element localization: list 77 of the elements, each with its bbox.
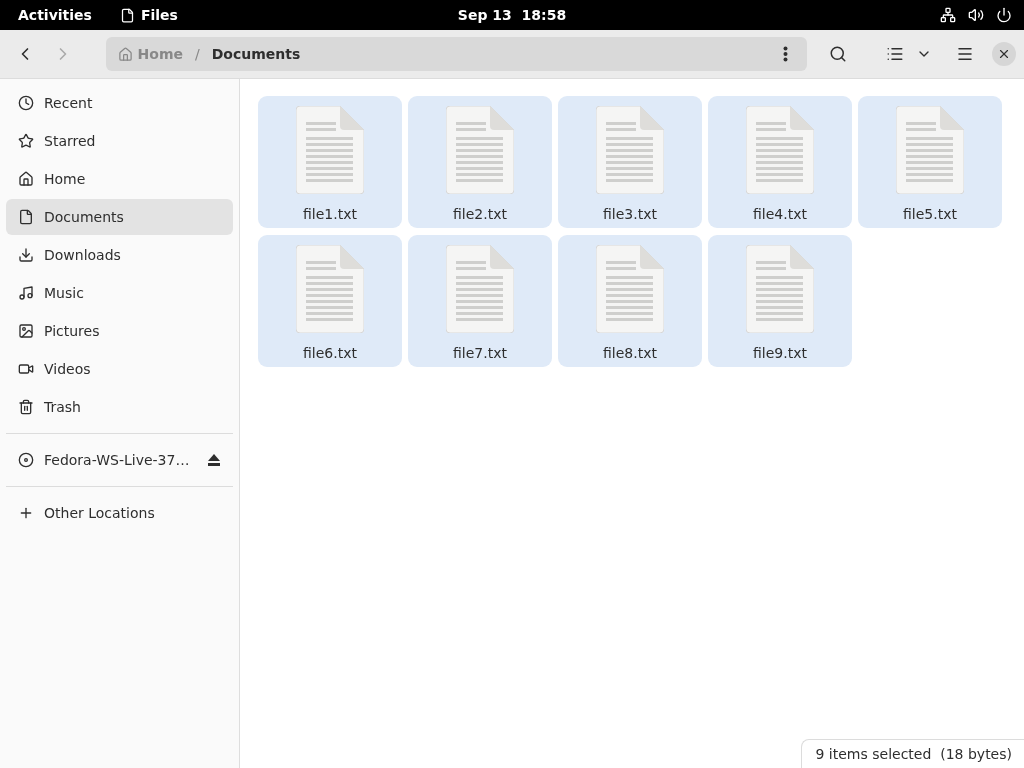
file-name: file3.txt: [603, 206, 657, 222]
sidebar-label: Other Locations: [44, 505, 155, 521]
file-name: file9.txt: [753, 345, 807, 361]
power-icon[interactable]: [996, 7, 1012, 23]
sidebar-label: Pictures: [44, 323, 100, 339]
file-tile[interactable]: file7.txt: [408, 235, 552, 367]
sidebar-item[interactable]: Videos: [6, 351, 233, 387]
file-name: file7.txt: [453, 345, 507, 361]
sidebar-label: Fedora-WS-Live-37…: [44, 452, 190, 468]
list-icon: [885, 45, 904, 63]
vertical-dots-icon: [783, 46, 789, 62]
text-file-icon: [446, 245, 514, 333]
path-crumb[interactable]: Documents: [211, 46, 301, 62]
sidebar-icon: [18, 247, 34, 263]
sidebar-icon: [18, 133, 34, 149]
file-tile[interactable]: file2.txt: [408, 96, 552, 228]
sidebar-item[interactable]: Documents: [6, 199, 233, 235]
sidebar-item[interactable]: Recent: [6, 85, 233, 121]
file-name: file5.txt: [903, 206, 957, 222]
file-tile[interactable]: file1.txt: [258, 96, 402, 228]
file-tile[interactable]: file5.txt: [858, 96, 1002, 228]
status-overlay: 9 items selected (18 bytes): [800, 739, 1024, 768]
sidebar-item[interactable]: Music: [6, 275, 233, 311]
file-name: file8.txt: [603, 345, 657, 361]
sidebar-label: Starred: [44, 133, 96, 149]
eject-icon[interactable]: [207, 453, 221, 467]
sidebar-label: Home: [44, 171, 86, 187]
sidebar-item[interactable]: Downloads: [6, 237, 233, 273]
sidebar-label: Documents: [44, 209, 124, 225]
file-tile[interactable]: file9.txt: [708, 235, 852, 367]
sidebar-label: Music: [44, 285, 84, 301]
sidebar-label: Trash: [44, 399, 81, 415]
text-file-icon: [596, 245, 664, 333]
app-menu[interactable]: Files: [119, 7, 178, 23]
search-icon: [828, 45, 847, 63]
text-file-icon: [746, 245, 814, 333]
sidebar-icon: [18, 209, 34, 225]
sidebar-icon: [18, 361, 34, 377]
clock[interactable]: Sep 13 18:58: [457, 7, 567, 23]
file-name: file2.txt: [453, 206, 507, 222]
sidebar-item[interactable]: Home: [6, 161, 233, 197]
sidebar-item[interactable]: Trash: [6, 389, 233, 425]
sidebar-icon: [18, 171, 34, 187]
sidebar-icon: [18, 399, 34, 415]
file-tile[interactable]: file4.txt: [708, 96, 852, 228]
menu-icon: [956, 45, 975, 63]
text-file-icon: [596, 106, 664, 194]
text-file-icon: [296, 106, 364, 194]
file-name: file6.txt: [303, 345, 357, 361]
text-file-icon: [446, 106, 514, 194]
text-file-icon: [896, 106, 964, 194]
volume-icon[interactable]: [968, 7, 984, 23]
network-icon[interactable]: [940, 7, 956, 23]
sidebar-icon: [18, 95, 34, 111]
app-icon: [119, 7, 135, 23]
sidebar-label: Recent: [44, 95, 93, 111]
sidebar-item[interactable]: Pictures: [6, 313, 233, 349]
sidebar-icon: [18, 505, 34, 521]
text-file-icon: [296, 245, 364, 333]
sidebar-label: Videos: [44, 361, 91, 377]
close-button[interactable]: [992, 42, 1017, 66]
sidebar-icon: [18, 285, 34, 301]
path-separator: /: [195, 46, 200, 62]
file-tile[interactable]: file3.txt: [558, 96, 702, 228]
file-tile[interactable]: file6.txt: [258, 235, 402, 367]
sidebar-item[interactable]: Starred: [6, 123, 233, 159]
sidebar-icon: [18, 452, 34, 468]
home-icon: [117, 46, 133, 62]
activities-button[interactable]: Activities: [18, 7, 92, 23]
file-name: file4.txt: [753, 206, 807, 222]
file-name: file1.txt: [303, 206, 357, 222]
text-file-icon: [746, 106, 814, 194]
sidebar-icon: [18, 323, 34, 339]
file-tile[interactable]: file8.txt: [558, 235, 702, 367]
sidebar-item[interactable]: Fedora-WS-Live-37…: [6, 442, 233, 478]
sidebar-label: Downloads: [44, 247, 121, 263]
sidebar-item[interactable]: Other Locations: [6, 495, 233, 531]
